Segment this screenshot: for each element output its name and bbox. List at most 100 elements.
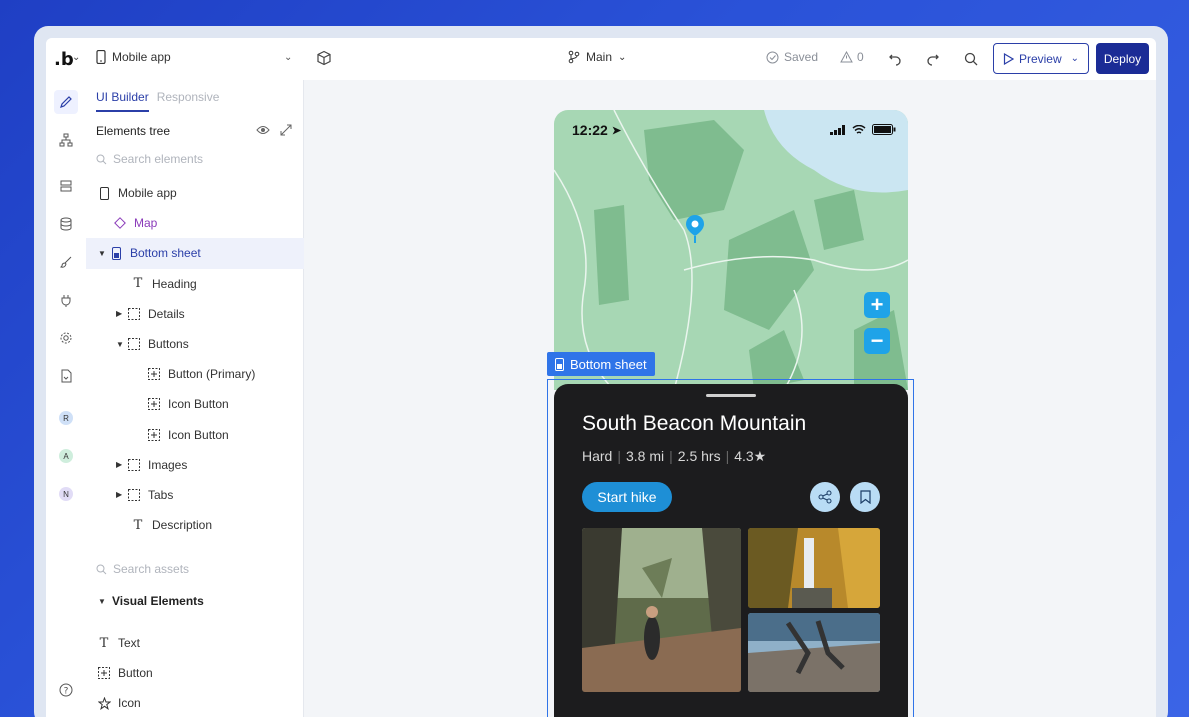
map-pin-icon[interactable] <box>684 214 706 244</box>
zoom-in-button[interactable]: + <box>864 292 890 318</box>
warning-icon <box>840 51 853 63</box>
redo-icon[interactable] <box>924 50 942 68</box>
star-icon <box>96 696 112 710</box>
user-avatar-r[interactable]: R <box>54 406 78 430</box>
document-icon[interactable] <box>54 364 78 388</box>
tree-tools <box>256 124 292 136</box>
signal-icon <box>830 124 845 135</box>
chevron-down-icon[interactable]: ⌄ <box>72 52 80 63</box>
caret-right-icon[interactable]: ▶ <box>116 490 126 499</box>
asset-text[interactable]: T Text <box>96 628 296 658</box>
tree-node-button-primary[interactable]: Button (Primary) <box>86 359 304 389</box>
plug-icon[interactable] <box>54 288 78 312</box>
tree-node-icon-button[interactable]: Icon Button <box>86 389 304 419</box>
search-icon[interactable] <box>962 50 980 68</box>
text-icon: T <box>133 276 143 292</box>
tree-node-bottom-sheet[interactable]: ▼ Bottom sheet <box>86 238 304 269</box>
app-logo[interactable]: .b <box>54 49 74 70</box>
brush-icon[interactable] <box>54 250 78 274</box>
chevron-down-icon: ⌄ <box>1070 53 1080 64</box>
map-preview[interactable]: 12:22 ➤ + − <box>554 110 908 390</box>
expand-icon[interactable] <box>280 124 292 136</box>
branch-icon <box>568 50 580 64</box>
top-bar: .b ⌄ Mobile app ⌄ Main ⌄ Saved 0 Preview… <box>46 38 1156 80</box>
tree-node-label: Map <box>134 216 158 231</box>
tree-node-buttons[interactable]: ▼ Buttons <box>86 329 304 359</box>
battery-icon <box>872 124 896 135</box>
tree-node-label: Details <box>148 306 185 321</box>
tree-node-images[interactable]: ▶ Images <box>86 450 304 480</box>
tree-node-label: Icon Button <box>168 427 229 442</box>
left-rail: R A N ? <box>46 80 86 717</box>
selection-label[interactable]: Bottom sheet <box>547 352 655 376</box>
assets-group-visual-elements[interactable]: ▼ Visual Elements <box>98 586 204 616</box>
eye-icon[interactable] <box>256 124 270 136</box>
user-avatar-n[interactable]: N <box>54 482 78 506</box>
asset-icon[interactable]: Icon <box>96 688 296 717</box>
tree-node-label: Icon Button <box>168 397 229 412</box>
caret-down-icon[interactable]: ▼ <box>98 597 108 606</box>
clock-time: 12:22 <box>572 122 608 138</box>
tree-node-icon-button[interactable]: Icon Button <box>86 420 304 450</box>
database-icon[interactable] <box>54 212 78 236</box>
tree-node-tabs[interactable]: ▶ Tabs <box>86 480 304 510</box>
play-icon <box>1003 52 1014 65</box>
status-icons <box>830 124 896 135</box>
search-placeholder: Search assets <box>113 562 190 576</box>
phone-icon <box>96 50 106 64</box>
tree-node-heading[interactable]: T Heading <box>86 269 304 299</box>
selection-label-text: Bottom sheet <box>570 356 647 372</box>
tree-node-mobile-app[interactable]: Mobile app <box>86 178 304 208</box>
avatar: N <box>59 487 73 501</box>
project-selector[interactable]: Mobile app <box>96 50 171 64</box>
branch-selector[interactable]: Main ⌄ <box>568 50 626 64</box>
asset-label: Text <box>118 636 141 650</box>
sheet-icon <box>555 357 564 371</box>
asset-label: Icon <box>118 696 141 710</box>
tree-node-label: Bottom sheet <box>130 246 201 261</box>
caret-right-icon[interactable]: ▶ <box>116 309 126 318</box>
caret-down-icon[interactable]: ▼ <box>98 249 108 258</box>
pencil-icon[interactable] <box>54 90 78 114</box>
tree-node-label: Description <box>152 518 213 533</box>
avatar: R <box>59 411 73 425</box>
preview-button[interactable]: Preview ⌄ <box>993 43 1089 74</box>
phone-icon <box>96 186 112 200</box>
deploy-button[interactable]: Deploy <box>1096 43 1149 74</box>
caret-down-icon[interactable]: ▼ <box>116 340 126 349</box>
wifi-icon <box>852 124 866 134</box>
caret-right-icon[interactable]: ▶ <box>116 460 126 469</box>
tab-responsive[interactable]: Responsive <box>157 90 220 112</box>
elements-tree-heading: Elements tree <box>96 124 171 138</box>
undo-icon[interactable] <box>886 50 904 68</box>
button-icon <box>146 428 162 441</box>
tree-node-label: Button (Primary) <box>168 367 256 382</box>
search-assets-input[interactable]: Search assets <box>96 562 189 576</box>
tab-ui-builder[interactable]: UI Builder <box>96 90 149 112</box>
sheet-icon <box>108 246 124 260</box>
zoom-out-button[interactable]: − <box>864 328 890 354</box>
project-name: Mobile app <box>112 50 171 64</box>
group-label: Visual Elements <box>112 594 204 609</box>
user-avatar-a[interactable]: A <box>54 444 78 468</box>
layers-icon[interactable] <box>54 174 78 198</box>
frame-icon <box>126 488 142 501</box>
asset-button[interactable]: Button <box>96 658 296 688</box>
check-circle-icon <box>766 51 779 63</box>
elements-panel: UI Builder Responsive Elements tree Sear… <box>86 80 304 717</box>
tree-node-label: Tabs <box>148 487 174 502</box>
frame-icon <box>126 307 142 320</box>
tree-node-description[interactable]: T Description <box>86 510 304 540</box>
button-icon <box>96 667 112 679</box>
tree-node-details[interactable]: ▶ Details <box>86 299 304 329</box>
cube-icon[interactable] <box>316 50 332 71</box>
warnings-count: 0 <box>857 50 864 64</box>
tree-node-map[interactable]: Map <box>86 208 304 238</box>
help-icon[interactable]: ? <box>54 678 78 702</box>
gear-icon[interactable] <box>54 326 78 350</box>
chevron-down-icon[interactable]: ⌄ <box>284 52 292 63</box>
location-arrow-icon: ➤ <box>611 124 622 137</box>
sitemap-icon[interactable] <box>54 128 78 152</box>
search-elements-input[interactable]: Search elements <box>96 152 203 166</box>
warnings-indicator[interactable]: 0 <box>840 50 864 64</box>
